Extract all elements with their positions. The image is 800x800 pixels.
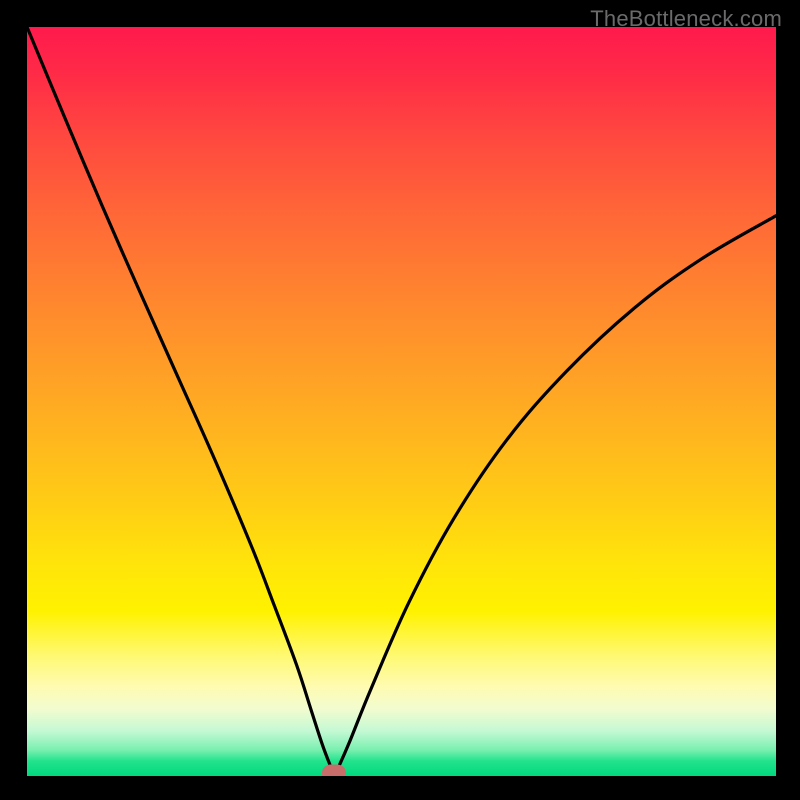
chart-container: TheBottleneck.com xyxy=(0,0,800,800)
curve-svg xyxy=(27,27,776,776)
bottleneck-curve xyxy=(27,27,776,776)
optimal-point-marker xyxy=(322,765,346,777)
plot-area xyxy=(27,27,776,776)
watermark-text: TheBottleneck.com xyxy=(590,6,782,32)
